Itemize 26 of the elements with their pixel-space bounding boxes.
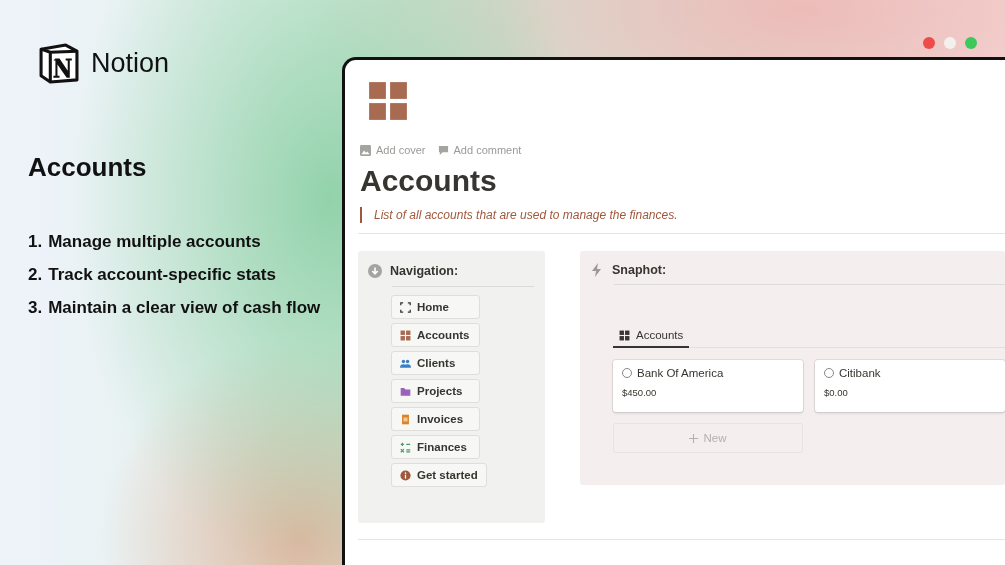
list-number: 1. bbox=[28, 232, 43, 252]
feature-heading: Accounts bbox=[28, 152, 148, 183]
panel-heading: Navigation: bbox=[390, 264, 459, 278]
account-name: Citibank bbox=[839, 367, 881, 379]
nav-button[interactable]: Home bbox=[391, 295, 480, 319]
account-card[interactable]: Citibank $0.00 bbox=[815, 360, 1005, 412]
feature-point: Maintain a clear view of cash flow bbox=[48, 298, 321, 318]
nav-button[interactable]: Clients bbox=[391, 351, 480, 375]
panel-heading: Snaphot: bbox=[612, 263, 667, 277]
page-title: Accounts bbox=[360, 163, 498, 199]
nav-button[interactable]: Finances bbox=[391, 435, 480, 459]
account-balance: $450.00 bbox=[622, 387, 657, 398]
nav-button[interactable]: Get started bbox=[391, 463, 487, 487]
account-card[interactable]: Bank Of America $450.00 bbox=[613, 360, 803, 412]
nav-button[interactable]: Invoices bbox=[391, 407, 480, 431]
nav-button[interactable]: Projects bbox=[391, 379, 480, 403]
nav-button[interactable]: Accounts bbox=[391, 323, 480, 347]
brand-name: Notion bbox=[91, 48, 170, 79]
account-balance: $0.00 bbox=[824, 387, 848, 398]
list-number: 3. bbox=[28, 298, 43, 318]
feature-point: Manage multiple accounts bbox=[48, 232, 261, 252]
feature-point: Track account-specific stats bbox=[48, 265, 276, 285]
view-tab[interactable]: Accounts bbox=[613, 329, 690, 348]
quote-text: List of all accounts that are used to manage the finances. bbox=[360, 207, 678, 223]
account-name: Bank Of America bbox=[637, 367, 724, 379]
list-number: 2. bbox=[28, 265, 43, 285]
